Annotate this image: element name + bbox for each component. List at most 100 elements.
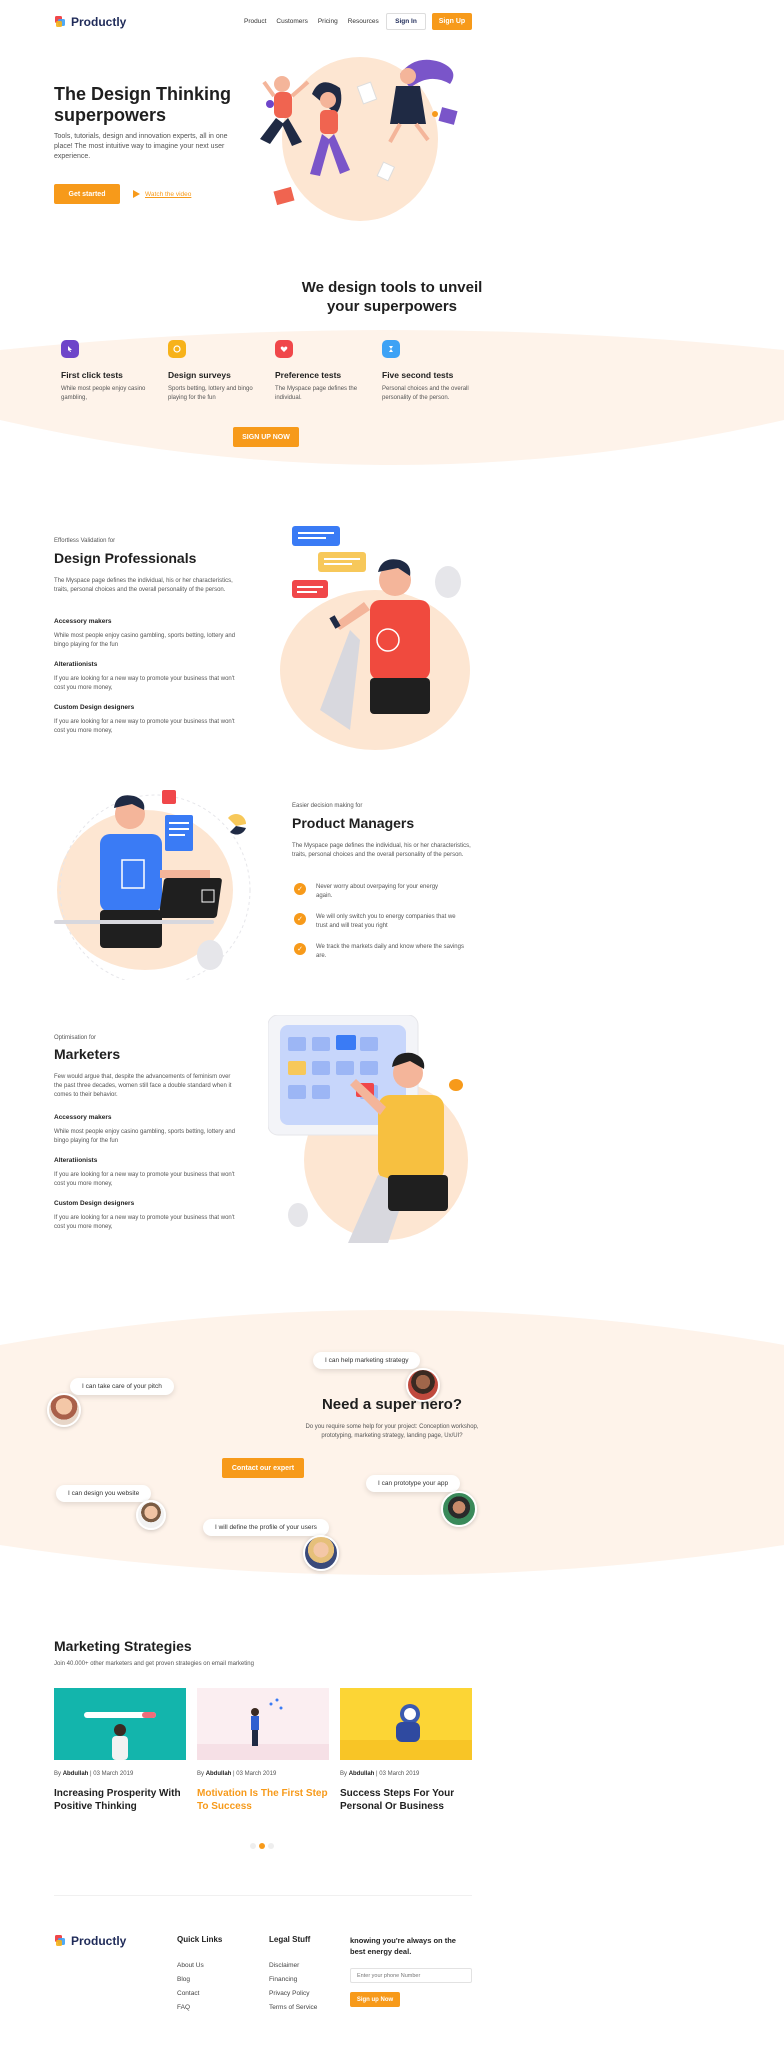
feature-desc: While most people enjoy casino gambling, <box>61 386 146 401</box>
nav-link-pricing[interactable]: Pricing <box>318 18 338 25</box>
hero-description: Tools, tutorials, design and innovation … <box>54 133 228 160</box>
marketers-item-title: Accessory makers <box>54 1114 112 1121</box>
blog-meta: By Abdullah | 03 March 2019 <box>340 1770 472 1779</box>
nav-link-customers[interactable]: Customers <box>276 18 307 25</box>
carousel-dots <box>250 1843 274 1849</box>
designers-item-title: Accessory makers <box>54 618 112 625</box>
blog-card[interactable]: By Abdullah | 03 March 2019 Success Step… <box>340 1688 472 1813</box>
feature-desc: Personal choices and the overall persona… <box>382 386 469 401</box>
managers-check-text: We track the markets daily and know wher… <box>316 944 464 959</box>
avatar-man-hat <box>441 1491 477 1527</box>
avatar-man-dark <box>406 1368 440 1402</box>
blog-by: By <box>197 1771 205 1777</box>
designers-eyebrow: Effortless Validation for <box>54 538 116 544</box>
managers-check-row: ✓ We will only switch you to energy comp… <box>294 913 466 931</box>
feature-title: First click tests <box>61 370 123 380</box>
feature-desc: The Myspace page defines the individual. <box>275 386 358 401</box>
blog-card[interactable]: By Abdullah | 03 March 2019 Increasing P… <box>54 1688 186 1813</box>
blog-card-title: Success Steps For Your Personal Or Busin… <box>340 1788 455 1812</box>
phone-input[interactable] <box>350 1968 472 1983</box>
tools-title-line1: We design tools to unveil <box>301 279 483 296</box>
footer-link-financing[interactable]: Financing <box>269 1976 297 1983</box>
hero-section: The Design Thinking superpowers Tools, t… <box>0 44 784 244</box>
feature-card-preference-tests: Preference tests The Myspace page define… <box>275 340 365 401</box>
footer-brand[interactable]: Productly <box>55 1934 126 1948</box>
cursor-icon <box>61 340 79 358</box>
signup-now-button[interactable]: SIGN UP NOW <box>233 427 299 447</box>
footer-divider <box>54 1895 472 1896</box>
get-started-button[interactable]: Get started <box>54 184 120 204</box>
footer-link-contact[interactable]: Contact <box>177 1990 199 1997</box>
contact-expert-label: Contact our expert <box>231 1464 295 1472</box>
blog-meta: By Abdullah | 03 March 2019 <box>197 1770 329 1779</box>
marketers-item-title: Alteratiionists <box>54 1157 98 1164</box>
tools-title: We design tools to unveil your superpowe… <box>0 278 784 316</box>
managers-eyebrow: Easier decision making for <box>292 803 363 809</box>
managers-check-text: Never worry about overpaying for your en… <box>316 884 439 899</box>
footer-link-about[interactable]: About Us <box>177 1962 204 1969</box>
survey-icon <box>168 340 186 358</box>
marketer-illustration <box>268 1015 468 1243</box>
checkmark-icon: ✓ <box>294 883 306 895</box>
marketers-item-desc: If you are looking for a new way to prom… <box>54 1215 235 1230</box>
blog-image-teal <box>54 1688 186 1760</box>
blog-card[interactable]: By Abdullah | 03 March 2019 Motivation I… <box>197 1688 329 1813</box>
tools-title-line2: your superpowers <box>326 298 458 315</box>
carousel-dot[interactable] <box>250 1843 256 1849</box>
bubble-profile: I will define the profile of your users <box>203 1519 329 1536</box>
nav-bar: Productly Product Customers Pricing Reso… <box>0 0 784 44</box>
marketers-title: Marketers <box>54 1046 121 1062</box>
footer-link-terms[interactable]: Terms of Service <box>269 2004 317 2011</box>
blog-image-pink <box>197 1688 329 1760</box>
bubble-marketing: I can help marketing strategy <box>313 1352 421 1369</box>
hero2-peach-background <box>0 1310 784 1575</box>
hero-title-line2: superpowers <box>54 105 167 125</box>
carousel-dot-active[interactable] <box>259 1843 265 1849</box>
feature-title: Preference tests <box>275 370 342 380</box>
footer-link-faq[interactable]: FAQ <box>177 2004 190 2011</box>
watch-video-link[interactable]: Watch the video <box>132 190 191 198</box>
checkmark-icon: ✓ <box>294 943 306 955</box>
designers-item-desc: If you are looking for a new way to prom… <box>54 676 235 691</box>
managers-title: Product Managers <box>292 815 415 831</box>
managers-check-text: We will only switch you to energy compan… <box>316 914 456 929</box>
blog-date: | 03 March 2019 <box>376 1771 420 1777</box>
blog-title: Marketing Strategies <box>54 1638 192 1654</box>
marketers-description: Few would argue that, despite the advanc… <box>54 1074 232 1098</box>
avatar-man-light <box>136 1500 166 1530</box>
feature-card-first-click: First click tests While most people enjo… <box>61 340 151 401</box>
hero-title-line1: The Design Thinking <box>54 84 232 104</box>
designers-item-title: Custom Design designers <box>54 704 135 711</box>
footer-signup-button[interactable]: Sign up Now <box>350 1992 400 2007</box>
hero2-title: Need a super hero? <box>321 1396 463 1413</box>
designers-item-desc: If you are looking for a new way to prom… <box>54 719 235 734</box>
carousel-dot[interactable] <box>268 1843 274 1849</box>
hero2-description: Do you require some help for your projec… <box>305 1424 479 1439</box>
marketers-item-desc: While most people enjoy casino gambling,… <box>54 1129 236 1144</box>
hero-illustration <box>260 57 458 221</box>
designer-illustration <box>280 526 470 750</box>
managers-check-row: ✓ Never worry about overpaying for your … <box>294 883 456 901</box>
footer-link-privacy[interactable]: Privacy Policy <box>269 1990 309 1997</box>
nav-link-resources[interactable]: Resources <box>348 18 379 25</box>
blog-by: By <box>340 1771 348 1777</box>
nav-link-product[interactable]: Product <box>244 18 266 25</box>
brand-logo[interactable]: Productly <box>55 15 126 29</box>
manager-illustration <box>54 790 251 980</box>
footer-link-disclaimer[interactable]: Disclaimer <box>269 1962 299 1969</box>
designers-item-title: Alteratiionists <box>54 661 98 668</box>
contact-expert-button[interactable]: Contact our expert <box>222 1458 304 1478</box>
signup-button[interactable]: Sign Up <box>432 13 472 30</box>
feature-title: Five second tests <box>382 370 454 380</box>
blog-meta: By Abdullah | 03 March 2019 <box>54 1770 186 1779</box>
signin-label: Sign In <box>395 18 417 25</box>
footer-brand-name: Productly <box>71 1934 127 1948</box>
brand-name: Productly <box>71 15 127 29</box>
signin-button[interactable]: Sign In <box>386 13 426 30</box>
signup-label: Sign Up <box>438 18 466 25</box>
footer-link-blog[interactable]: Blog <box>177 1976 190 1983</box>
productly-logo-icon <box>55 16 65 27</box>
legal-title: Legal Stuff <box>269 1935 311 1944</box>
blog-author: Abdullah <box>62 1771 89 1777</box>
signup-now-label: SIGN UP NOW <box>242 433 290 441</box>
